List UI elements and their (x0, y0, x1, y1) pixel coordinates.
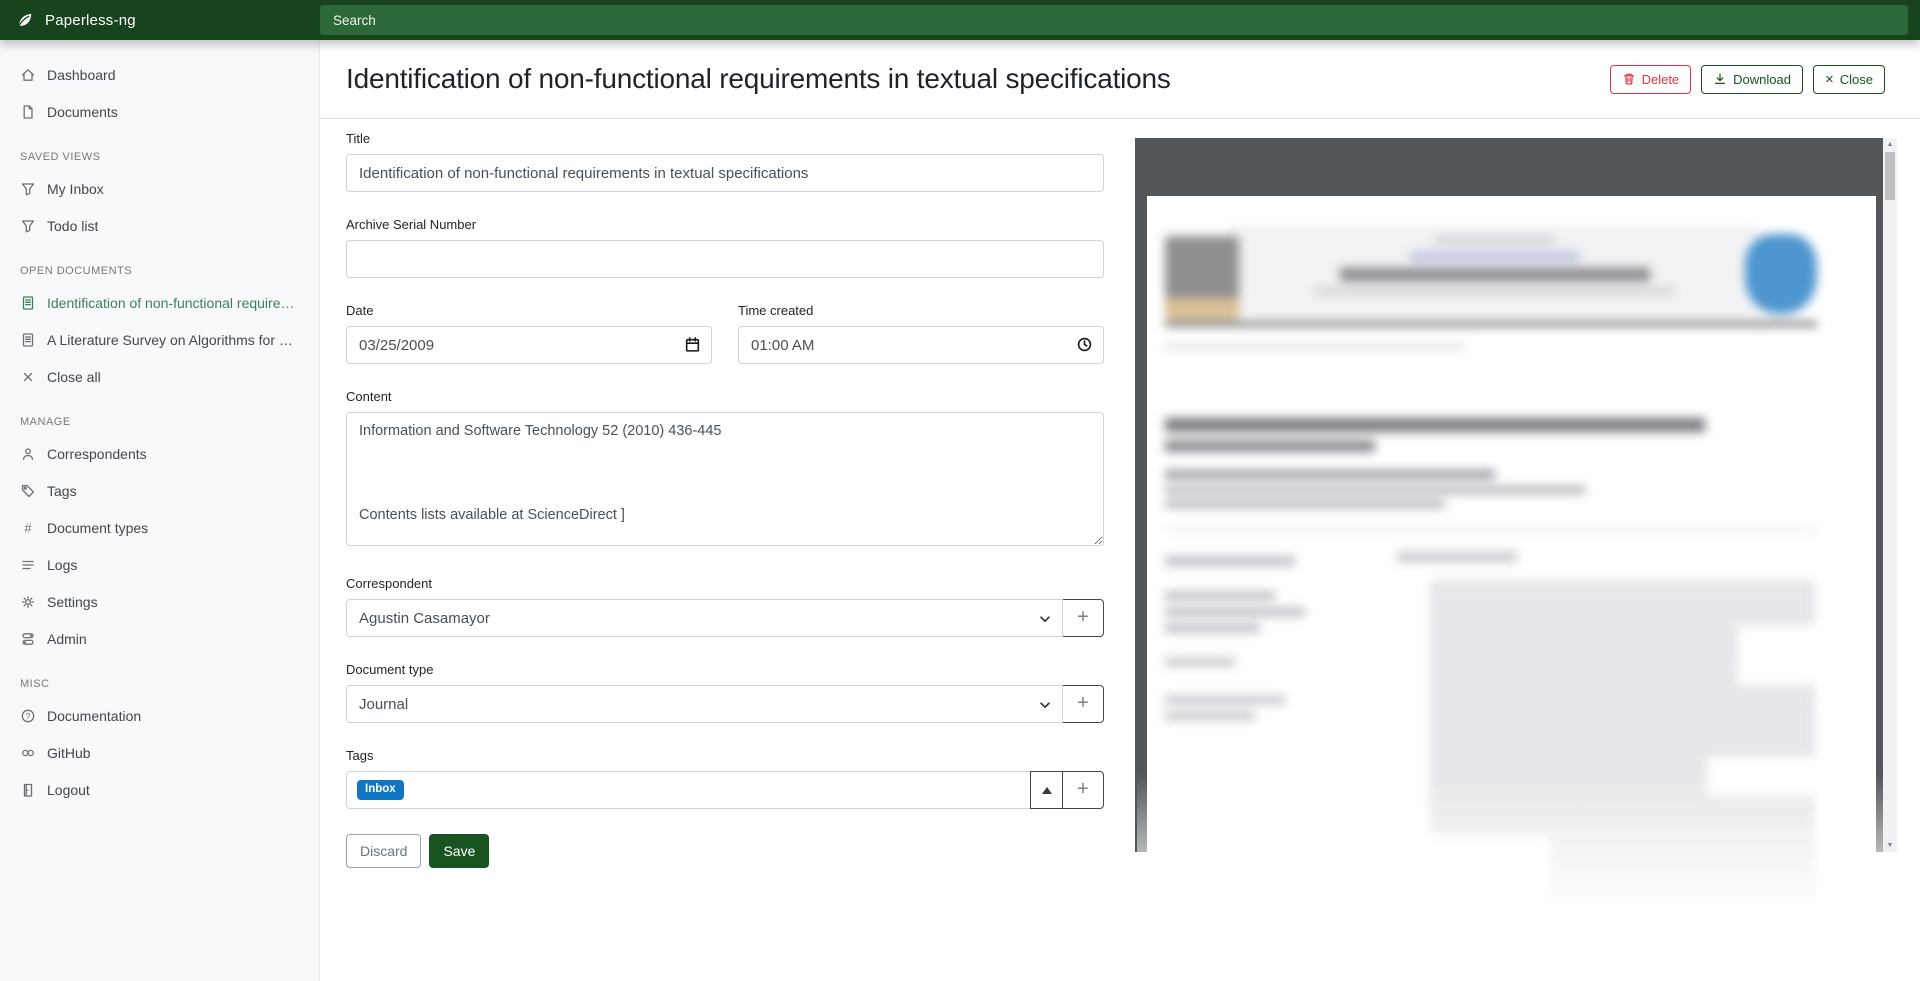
document-header: Identification of non-functional require… (320, 40, 1920, 119)
pdf-fade-overlay (1137, 774, 1886, 944)
correspondent-select[interactable]: Agustin Casamayor (346, 599, 1063, 637)
sidebar-item-close-all[interactable]: Close all (0, 358, 319, 395)
top-navbar: Paperless-ng (0, 0, 1920, 40)
brand-title: Paperless-ng (45, 12, 136, 29)
correspondent-label: Correspondent (346, 576, 1104, 591)
brand[interactable]: Paperless-ng (0, 10, 320, 30)
sidebar-item-document-types[interactable]: # Document types (0, 509, 319, 546)
delete-button[interactable]: Delete (1610, 65, 1692, 94)
plus-icon: + (1077, 693, 1089, 713)
sidebar-open-doc-2[interactable]: A Literature Survey on Algorithms for Mu… (0, 321, 319, 358)
paperless-app: Paperless-ng Dashboard Documents SAVED V… (0, 0, 1920, 981)
preview-scrollbar[interactable]: ▲ ▼ (1883, 138, 1897, 852)
tag-icon (20, 483, 36, 499)
section-misc: MISC (20, 678, 299, 690)
scroll-down-icon[interactable]: ▼ (1883, 842, 1897, 849)
sidebar-item-documents[interactable]: Documents (0, 93, 319, 130)
file-text-icon (20, 332, 36, 348)
section-manage: MANAGE (20, 416, 299, 428)
preview-scrollbar-thumb[interactable] (1885, 152, 1895, 200)
sidebar-item-logout[interactable]: Logout (0, 771, 319, 808)
download-button[interactable]: Download (1701, 65, 1803, 94)
sidebar-item-admin[interactable]: Admin (0, 620, 319, 657)
time-created-label: Time created (738, 303, 1104, 318)
discard-button[interactable]: Discard (346, 834, 421, 868)
document-type-select[interactable]: Journal (346, 685, 1063, 723)
tag-inbox[interactable]: Inbox (357, 780, 404, 800)
door-icon (20, 782, 36, 798)
sidebar-item-correspondents[interactable]: Correspondents (0, 435, 319, 472)
toggles-icon (20, 631, 36, 647)
header-actions: Delete Download × Close (1610, 65, 1885, 94)
close-button[interactable]: × Close (1813, 65, 1885, 94)
sidebar-item-todo-list[interactable]: Todo list (0, 207, 319, 244)
page-title: Identification of non-functional require… (346, 63, 1171, 95)
asn-label: Archive Serial Number (346, 217, 1104, 232)
svg-text:#: # (24, 520, 32, 535)
list-icon (20, 557, 36, 573)
pdf-page (1147, 196, 1876, 936)
section-open-documents: OPEN DOCUMENTS (20, 265, 299, 277)
trash-icon (1622, 72, 1636, 86)
chevron-down-icon (1038, 612, 1052, 626)
plus-icon: + (1077, 607, 1089, 627)
sidebar-open-doc-1[interactable]: Identification of non-functional require… (0, 284, 319, 321)
add-document-type-button[interactable]: + (1062, 685, 1104, 723)
content-label: Content (346, 389, 1104, 404)
funnel-icon (20, 181, 36, 197)
document-type-label: Document type (346, 662, 1104, 677)
gear-icon (20, 594, 36, 610)
person-icon (20, 446, 36, 462)
title-label: Title (346, 131, 1104, 146)
search-input[interactable] (320, 5, 1908, 35)
file-text-icon (20, 295, 36, 311)
funnel-icon (20, 218, 36, 234)
sidebar-item-dashboard[interactable]: Dashboard (0, 56, 319, 93)
add-correspondent-button[interactable]: + (1062, 599, 1104, 637)
tags-label: Tags (346, 748, 1104, 763)
chevron-down-icon (1038, 698, 1052, 712)
caret-up-icon (1042, 787, 1052, 794)
download-icon (1713, 72, 1727, 86)
archive-serial-number-input[interactable] (346, 240, 1104, 278)
save-button[interactable]: Save (429, 834, 489, 868)
tags-input[interactable]: Inbox (346, 771, 1031, 809)
close-icon (20, 369, 36, 385)
document-edit-form: Title Archive Serial Number Date Time cr… (346, 131, 1104, 868)
plus-icon: + (1077, 779, 1089, 799)
file-icon (20, 104, 36, 120)
title-input[interactable] (346, 154, 1104, 192)
sidebar-item-settings[interactable]: Settings (0, 583, 319, 620)
scroll-up-icon[interactable]: ▲ (1883, 141, 1897, 148)
sidebar-item-tags[interactable]: Tags (0, 472, 319, 509)
sidebar-item-documentation[interactable]: ? Documentation (0, 697, 319, 734)
svg-text:?: ? (26, 711, 31, 721)
sidebar: Dashboard Documents SAVED VIEWS My Inbox… (0, 40, 320, 981)
leaf-logo-icon (15, 10, 35, 30)
home-icon (20, 67, 36, 83)
close-icon: × (1825, 72, 1834, 87)
sidebar-item-logs[interactable]: Logs (0, 546, 319, 583)
sidebar-item-github[interactable]: GitHub (0, 734, 319, 771)
sidebar-item-my-inbox[interactable]: My Inbox (0, 170, 319, 207)
section-saved-views: SAVED VIEWS (20, 151, 299, 163)
hash-icon: # (20, 520, 36, 536)
link-icon (20, 745, 36, 761)
time-created-input[interactable] (738, 326, 1104, 364)
add-tag-button[interactable]: + (1062, 771, 1104, 809)
date-label: Date (346, 303, 712, 318)
content-textarea[interactable]: Information and Software Technology 52 (… (346, 412, 1104, 546)
collapse-tags-button[interactable] (1030, 771, 1063, 809)
question-circle-icon: ? (20, 708, 36, 724)
date-input[interactable] (346, 326, 712, 364)
pdf-preview-panel (1135, 138, 1883, 852)
